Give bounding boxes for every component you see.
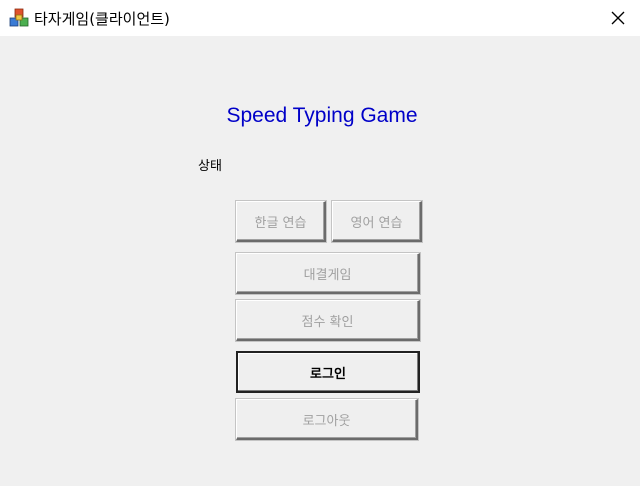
- close-button[interactable]: [596, 0, 640, 36]
- korean-practice-button[interactable]: 한글 연습: [236, 201, 326, 242]
- battle-game-button[interactable]: 대결게임: [236, 253, 420, 294]
- colored-cubes-icon: [9, 8, 29, 28]
- title-bar: 타자게임(클라이언트): [0, 0, 640, 36]
- check-score-button[interactable]: 점수 확인: [236, 300, 420, 341]
- logout-button[interactable]: 로그아웃: [236, 399, 418, 440]
- app-window: 타자게임(클라이언트) Speed Typing Game 상태 한글 연습 영…: [0, 0, 640, 486]
- status-label: 상태: [198, 159, 222, 174]
- english-practice-button[interactable]: 영어 연습: [332, 201, 422, 242]
- close-icon: [611, 11, 625, 25]
- window-title: 타자게임(클라이언트): [34, 10, 170, 28]
- game-title: Speed Typing Game: [226, 104, 418, 127]
- login-button[interactable]: 로그인: [236, 351, 420, 393]
